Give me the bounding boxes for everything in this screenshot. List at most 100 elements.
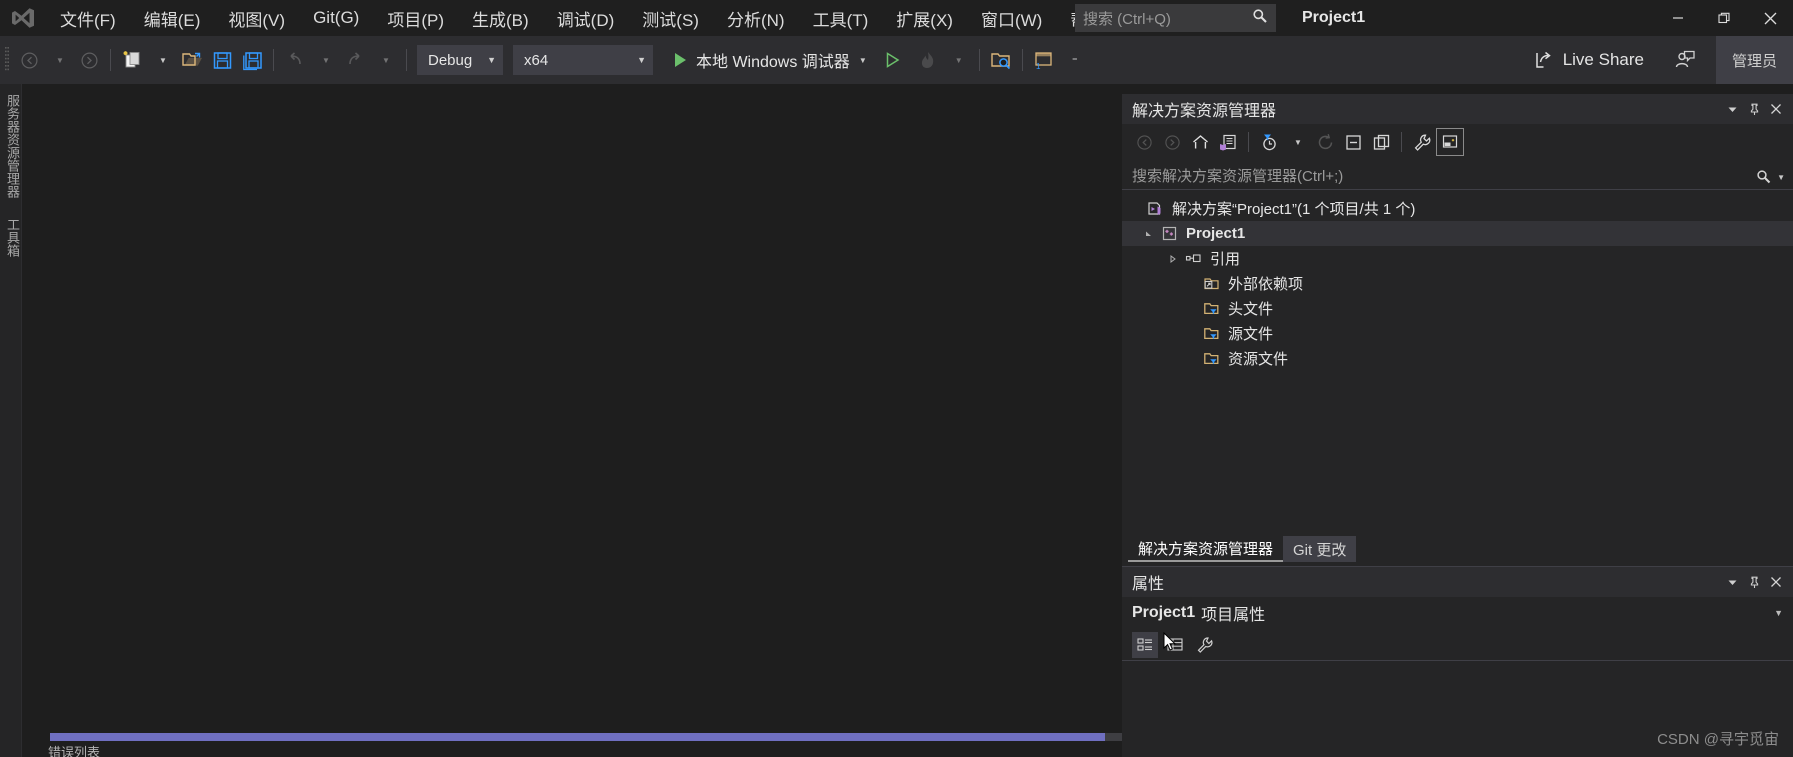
- tree-node-solution-label: 解决方案“Project1”(1 个项目/共 1 个): [1172, 201, 1416, 218]
- properties-close-icon[interactable]: [1765, 571, 1787, 593]
- solution-overview-icon[interactable]: [1214, 128, 1242, 156]
- play-outline-icon[interactable]: [877, 43, 907, 77]
- svg-text:1: 1: [1036, 62, 1041, 71]
- new-item-icon[interactable]: [117, 43, 147, 77]
- tab-git-changes[interactable]: Git 更改: [1283, 536, 1357, 562]
- solution-explorer-pin-icon[interactable]: [1743, 98, 1765, 120]
- folder-search-icon[interactable]: [986, 43, 1016, 77]
- navigate-back-icon[interactable]: [14, 43, 44, 77]
- hot-reload-dropdown[interactable]: ▼: [943, 43, 973, 77]
- tree-arrow-expanded[interactable]: [1140, 229, 1158, 239]
- menu-file[interactable]: 文件(F): [46, 0, 130, 36]
- chevron-down-icon-2: ▼: [637, 55, 646, 65]
- pending-changes-dropdown-icon[interactable]: ▼: [1283, 128, 1311, 156]
- menu-debug[interactable]: 调试(D): [543, 0, 629, 36]
- tree-arrow-collapsed[interactable]: [1164, 254, 1182, 264]
- open-file-icon[interactable]: [177, 43, 207, 77]
- menu-project[interactable]: 项目(P): [373, 0, 458, 36]
- solution-explorer-dropdown-icon[interactable]: [1721, 98, 1743, 120]
- play-filled-icon: [675, 53, 686, 67]
- solution-icon: [1144, 200, 1166, 217]
- save-all-icon[interactable]: [237, 43, 267, 77]
- tree-node-external-dependencies[interactable]: 外部依赖项: [1122, 271, 1793, 296]
- start-debugging-dropdown-icon[interactable]: ▼: [859, 56, 867, 65]
- menu-build[interactable]: 生成(B): [458, 0, 543, 36]
- properties-pin-icon[interactable]: [1743, 571, 1765, 593]
- toolbar-grip[interactable]: [0, 36, 14, 84]
- tree-node-project1[interactable]: Project1: [1122, 221, 1793, 246]
- search-options-dropdown-icon[interactable]: ▼: [1777, 173, 1785, 182]
- refresh-icon[interactable]: [1311, 128, 1339, 156]
- navigate-back-dropdown[interactable]: ▼: [44, 43, 74, 77]
- admin-badge: 管理员: [1715, 36, 1793, 84]
- document-horizontal-scrollbar[interactable]: [50, 733, 1130, 741]
- menu-edit[interactable]: 编辑(E): [130, 0, 215, 36]
- close-button[interactable]: [1747, 0, 1793, 36]
- redo-dropdown[interactable]: ▼: [370, 43, 400, 77]
- tree-node-solution[interactable]: 解决方案“Project1”(1 个项目/共 1 个): [1122, 196, 1793, 221]
- property-pages-icon[interactable]: [1192, 632, 1218, 658]
- tree-node-source-files[interactable]: 源文件: [1122, 321, 1793, 346]
- tree-node-resource-files-label: 资源文件: [1228, 351, 1289, 368]
- tab-solution-explorer[interactable]: 解决方案资源管理器: [1128, 536, 1284, 562]
- solution-platform-value: x64: [524, 51, 549, 69]
- menu-test[interactable]: 测试(S): [628, 0, 713, 36]
- feedback-person-icon[interactable]: [1670, 43, 1700, 77]
- visual-studio-window: 文件(F) 编辑(E) 视图(V) Git(G) 项目(P) 生成(B) 调试(…: [0, 0, 1793, 757]
- properties-object-row[interactable]: Project1 项目属性 ▼: [1122, 597, 1793, 629]
- left-tool-tab-strip: 服务器资源管理器 工具箱: [0, 84, 22, 757]
- menu-extensions[interactable]: 扩展(X): [882, 0, 967, 36]
- tree-node-resource-files[interactable]: 资源文件: [1122, 346, 1793, 371]
- global-search-box[interactable]: 搜索 (Ctrl+Q): [1075, 4, 1276, 32]
- categorized-view-icon[interactable]: [1132, 631, 1158, 658]
- solution-platform-select[interactable]: x64 ▼: [513, 45, 653, 75]
- references-icon: [1182, 250, 1204, 267]
- pending-changes-filter-icon[interactable]: [1255, 128, 1283, 156]
- home-icon[interactable]: [1186, 128, 1214, 156]
- menu-git[interactable]: Git(G): [299, 0, 373, 36]
- redo-icon[interactable]: [340, 43, 370, 77]
- maximize-button[interactable]: [1701, 0, 1747, 36]
- standard-toolbar: ▼ ▼ ▼ ▼ Debug ▼ x64 ▼ 本地 Windows 调试器 ▼ ▼…: [0, 36, 1793, 84]
- menu-analyze[interactable]: 分析(N): [713, 0, 799, 36]
- solution-explorer-search[interactable]: 搜索解决方案资源管理器(Ctrl+;) ▼: [1122, 162, 1793, 190]
- toolbar-overflow-icon[interactable]: ⁼: [1059, 43, 1089, 77]
- menu-window[interactable]: 窗口(W): [967, 0, 1056, 36]
- properties-object-dropdown-icon[interactable]: ▼: [1774, 608, 1793, 618]
- undo-icon[interactable]: [280, 43, 310, 77]
- tree-node-header-files[interactable]: 头文件: [1122, 296, 1793, 321]
- tree-node-project1-label: Project1: [1186, 225, 1246, 242]
- search-icon[interactable]: ▼: [1756, 167, 1785, 184]
- window-title: Project1: [1302, 9, 1366, 26]
- tree-node-header-files-label: 头文件: [1228, 301, 1274, 318]
- show-all-files-icon[interactable]: [1367, 128, 1395, 156]
- menu-view[interactable]: 视图(V): [214, 0, 299, 36]
- live-share-button[interactable]: Live Share: [1526, 43, 1652, 77]
- save-icon[interactable]: [207, 43, 237, 77]
- window-layout-icon[interactable]: 1: [1029, 43, 1059, 77]
- error-list-tab-label[interactable]: 错误列表: [48, 742, 100, 757]
- undo-dropdown[interactable]: ▼: [310, 43, 340, 77]
- toolbar-right-group: Live Share 管理员: [1526, 36, 1793, 84]
- menu-tools[interactable]: 工具(T): [799, 0, 883, 36]
- hot-reload-icon[interactable]: [913, 43, 943, 77]
- right-dock: 解决方案资源管理器 ▼ 搜索解决方案资源管理器(Ctrl+;) ▼ 解决方案“P…: [1122, 94, 1793, 757]
- scrollbar-thumb[interactable]: [50, 733, 1105, 741]
- dock-tab-strip: 解决方案资源管理器 Git 更改: [1122, 532, 1793, 562]
- solution-configuration-select[interactable]: Debug ▼: [417, 45, 503, 75]
- minimize-button[interactable]: [1655, 0, 1701, 36]
- properties-wrench-icon[interactable]: [1408, 128, 1436, 156]
- new-item-dropdown[interactable]: ▼: [147, 43, 177, 77]
- forward-icon[interactable]: [1158, 128, 1186, 156]
- navigate-forward-icon[interactable]: [74, 43, 104, 77]
- visual-studio-logo-icon: [0, 0, 46, 36]
- properties-dropdown-icon[interactable]: [1721, 571, 1743, 593]
- tree-node-references[interactable]: 引用: [1122, 246, 1793, 271]
- preview-selected-items-icon[interactable]: [1436, 128, 1464, 156]
- solution-explorer-close-icon[interactable]: [1765, 98, 1787, 120]
- back-icon[interactable]: [1130, 128, 1158, 156]
- dock-tab-strip-container: 解决方案资源管理器 Git 更改: [1122, 532, 1793, 562]
- solution-tree: 解决方案“Project1”(1 个项目/共 1 个) Project1 引用 …: [1122, 194, 1793, 371]
- start-debugging-button[interactable]: 本地 Windows 调试器 ▼: [671, 43, 871, 77]
- collapse-all-icon[interactable]: [1339, 128, 1367, 156]
